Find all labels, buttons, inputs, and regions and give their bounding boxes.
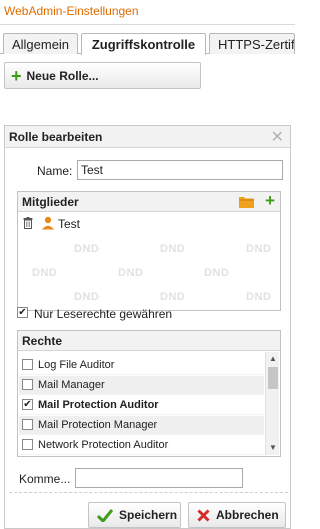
dnd-watermark: DND bbox=[204, 267, 230, 279]
readonly-label: Nur Leserechte gewähren bbox=[34, 307, 173, 321]
dnd-watermark: DND bbox=[246, 291, 272, 303]
dnd-watermark: DND bbox=[246, 243, 272, 255]
scroll-down-icon[interactable]: ▼ bbox=[266, 441, 280, 455]
rights-label: Network Protection Auditor bbox=[38, 439, 169, 451]
scroll-up-icon[interactable]: ▲ bbox=[266, 352, 280, 366]
comment-label: Komme... bbox=[19, 472, 71, 486]
app-title: WebAdmin-Einstellungen bbox=[4, 4, 139, 18]
dnd-watermark: DND bbox=[118, 267, 144, 279]
dialog-header: Rolle bearbeiten ✕ bbox=[5, 126, 290, 148]
rights-row[interactable]: Network Protection Auditor bbox=[19, 436, 264, 455]
rights-checkbox[interactable] bbox=[22, 379, 33, 390]
rights-checkbox[interactable] bbox=[22, 359, 33, 370]
rights-panel: Rechte Log File Auditor Mail Manager ✔ M… bbox=[17, 330, 281, 457]
cancel-button[interactable]: Abbrechen bbox=[188, 502, 286, 528]
rights-checkbox[interactable] bbox=[22, 419, 33, 430]
comment-input[interactable] bbox=[75, 468, 243, 488]
new-role-button[interactable]: + Neue Rolle... bbox=[4, 62, 201, 89]
edit-role-dialog: Rolle bearbeiten ✕ Name: Test Mitglieder… bbox=[4, 125, 291, 529]
members-header: Mitglieder + bbox=[18, 192, 280, 212]
footer-divider bbox=[9, 492, 288, 493]
members-title: Mitglieder bbox=[22, 195, 79, 209]
rights-row[interactable]: ✔ Mail Protection Auditor bbox=[19, 396, 264, 415]
tab-allgemein[interactable]: Allgemein bbox=[3, 33, 78, 54]
user-icon bbox=[42, 216, 54, 230]
rights-label: Log File Auditor bbox=[38, 359, 115, 371]
scroll-thumb[interactable] bbox=[268, 367, 278, 389]
rights-scrollbar[interactable]: ▲ ▼ bbox=[265, 352, 279, 455]
rights-row[interactable]: Mail Manager bbox=[19, 376, 264, 395]
readonly-checkbox[interactable]: ✔ bbox=[17, 307, 28, 318]
tab-https-zertifikat[interactable]: HTTPS-Zertifikat bbox=[209, 33, 295, 54]
new-role-label: Neue Rolle... bbox=[26, 68, 99, 83]
rights-row[interactable]: Log File Auditor bbox=[19, 356, 264, 375]
trash-icon[interactable] bbox=[23, 217, 33, 229]
x-icon bbox=[197, 508, 210, 522]
rights-label: Mail Manager bbox=[38, 379, 105, 391]
tab-bar: Allgemein Zugriffskontrolle HTTPS-Zertif… bbox=[0, 33, 295, 55]
rights-label: Mail Protection Manager bbox=[38, 419, 158, 431]
dnd-watermark: DND bbox=[74, 243, 100, 255]
save-button[interactable]: Speichern bbox=[88, 502, 181, 528]
folder-icon[interactable] bbox=[239, 196, 254, 208]
cancel-label: Abbrechen bbox=[216, 508, 279, 522]
member-row[interactable]: Test bbox=[20, 215, 260, 233]
plus-icon: + bbox=[11, 65, 22, 86]
rights-title: Rechte bbox=[22, 334, 63, 348]
rights-checkbox[interactable] bbox=[22, 439, 33, 450]
title-divider bbox=[0, 24, 295, 25]
name-input[interactable]: Test bbox=[77, 160, 283, 180]
rights-header: Rechte bbox=[18, 331, 280, 351]
dnd-watermark: DND bbox=[160, 291, 186, 303]
rights-label: Mail Protection Auditor bbox=[38, 399, 159, 411]
checkmark-icon bbox=[97, 508, 113, 522]
tab-zugriffskontrolle[interactable]: Zugriffskontrolle bbox=[81, 33, 206, 55]
rights-row[interactable]: Mail Protection Manager bbox=[19, 416, 264, 435]
dnd-watermark: DND bbox=[74, 291, 100, 303]
dialog-title: Rolle bearbeiten bbox=[9, 130, 103, 144]
add-member-icon[interactable]: + bbox=[265, 192, 275, 209]
member-name: Test bbox=[58, 217, 81, 231]
dnd-watermark: DND bbox=[32, 267, 58, 279]
name-label: Name: bbox=[37, 164, 73, 178]
save-label: Speichern bbox=[119, 508, 178, 522]
dnd-watermark: DND bbox=[160, 243, 186, 255]
close-icon[interactable]: ✕ bbox=[271, 127, 284, 147]
rights-checkbox[interactable]: ✔ bbox=[22, 399, 33, 410]
members-panel: Mitglieder + Test DND DND DND DND DND DN… bbox=[17, 191, 281, 311]
